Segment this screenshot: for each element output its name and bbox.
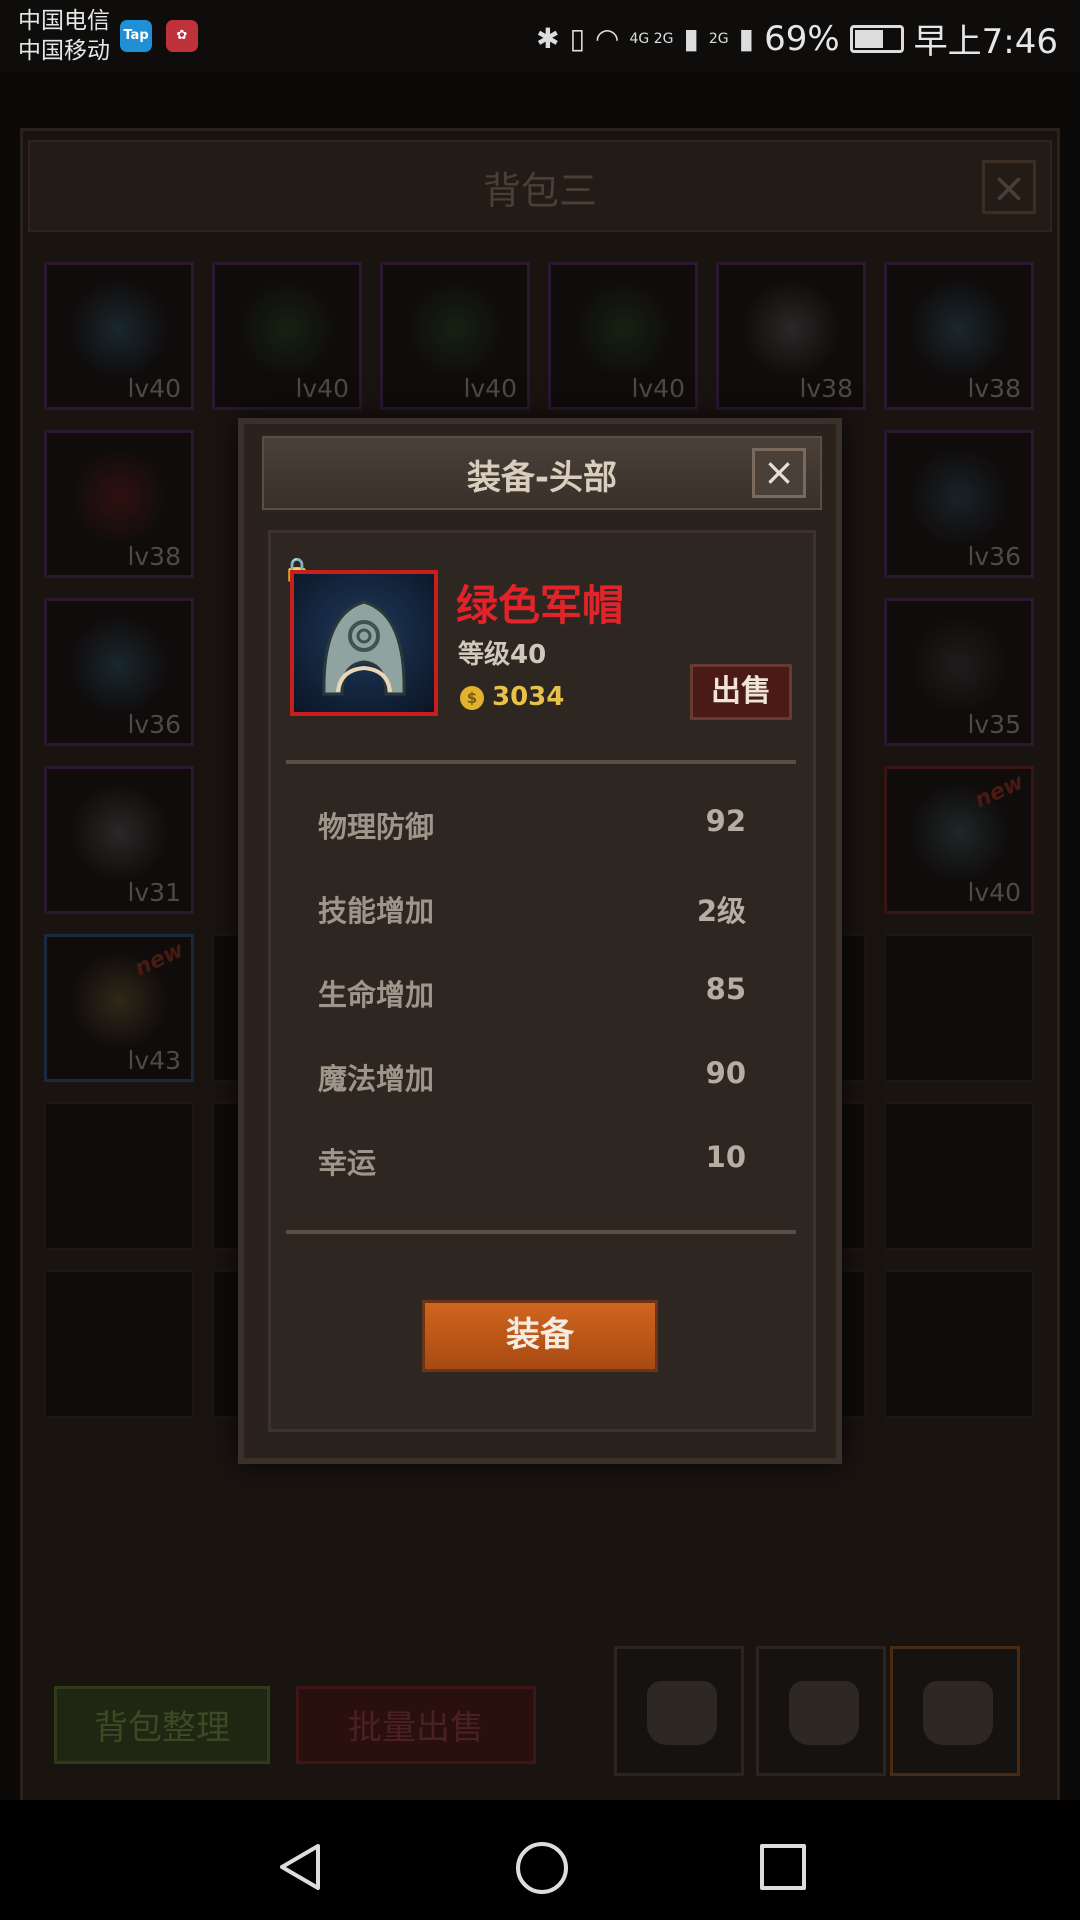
battery-fill xyxy=(854,29,883,48)
backpack-icon xyxy=(923,1681,993,1745)
inventory-slot[interactable]: lv40 new xyxy=(884,766,1034,914)
stat-value: 2级 xyxy=(696,894,746,928)
bag-tab-2[interactable] xyxy=(756,1646,886,1776)
inventory-slot[interactable]: lv40 xyxy=(380,262,530,410)
slot-level-label: lv38 xyxy=(967,374,1021,403)
status-bar: 中国电信 中国移动 Tap ✿ ✱ ▯ ◠ 4G 2G ▮ 2G ▮ 69% 早… xyxy=(0,0,1080,72)
sort-inventory-button[interactable]: 背包整理 xyxy=(54,1686,270,1764)
backpack-icon xyxy=(647,1681,717,1745)
empty-slot[interactable] xyxy=(44,1102,194,1250)
item-thumbnail-icon xyxy=(69,279,169,379)
slot-level-label: lv36 xyxy=(967,542,1021,571)
item-level: 等级40 xyxy=(458,640,547,670)
inventory-slot[interactable]: lv38 xyxy=(44,430,194,578)
stat-value: 92 xyxy=(705,804,746,838)
empty-slot[interactable] xyxy=(884,1270,1034,1418)
network-2g-label: 2G xyxy=(708,30,729,47)
item-icon-frame xyxy=(290,570,438,716)
slot-level-label: lv36 xyxy=(127,710,181,739)
coin-icon: $ xyxy=(460,686,484,710)
slot-level-label: lv31 xyxy=(127,878,181,907)
item-thumbnail-icon xyxy=(69,615,169,715)
dialog-close-button[interactable]: × xyxy=(752,448,806,498)
stat-value: 10 xyxy=(705,1140,746,1174)
inventory-slot[interactable]: lv35 xyxy=(884,598,1034,746)
carrier-1: 中国电信 xyxy=(18,8,110,34)
status-indicators: ✱ ▯ ◠ 4G 2G ▮ 2G ▮ 69% 早上7:46 xyxy=(536,14,1058,63)
bulk-sell-button[interactable]: 批量出售 xyxy=(296,1686,536,1764)
signal-icon-2: ▮ xyxy=(738,22,755,55)
inventory-slot[interactable]: lv43 new xyxy=(44,934,194,1082)
item-thumbnail-icon xyxy=(405,279,505,379)
slot-level-label: lv43 xyxy=(127,1046,181,1075)
item-thumbnail-icon xyxy=(741,279,841,379)
slot-level-label: lv40 xyxy=(295,374,349,403)
item-price: 3034 xyxy=(492,682,565,712)
slot-level-label: lv40 xyxy=(631,374,685,403)
clock: 早上7:46 xyxy=(913,22,1058,62)
divider-top xyxy=(286,760,796,764)
network-4g-label: 4G 2G xyxy=(629,30,674,47)
item-thumbnail-icon xyxy=(909,615,1009,715)
slot-level-label: lv38 xyxy=(127,542,181,571)
stat-label: 魔法增加 xyxy=(318,1062,435,1096)
slot-level-label: lv40 xyxy=(463,374,517,403)
signal-icon: ▮ xyxy=(683,22,699,55)
recent-apps-icon[interactable] xyxy=(760,1844,806,1890)
bag-tab-1[interactable] xyxy=(614,1646,744,1776)
inventory-slot[interactable]: lv40 xyxy=(548,262,698,410)
slot-level-label: lv40 xyxy=(127,374,181,403)
inventory-slot[interactable]: lv36 xyxy=(884,430,1034,578)
battery-icon xyxy=(849,24,904,53)
stat-label: 物理防御 xyxy=(318,810,435,844)
dialog-title: 装备-头部 xyxy=(466,458,618,498)
sell-button[interactable]: 出售 xyxy=(690,664,792,720)
empty-slot[interactable] xyxy=(884,934,1034,1082)
inventory-slot[interactable]: lv40 xyxy=(44,262,194,410)
home-icon[interactable] xyxy=(516,1842,568,1894)
carrier-names: 中国电信 中国移动 xyxy=(18,6,110,66)
carrier-2: 中国移动 xyxy=(18,38,110,64)
slot-level-label: lv38 xyxy=(799,374,853,403)
stat-label: 生命增加 xyxy=(318,978,435,1012)
bluetooth-icon: ✱ xyxy=(536,22,560,55)
item-thumbnail-icon xyxy=(909,447,1009,547)
empty-slot[interactable] xyxy=(44,1270,194,1418)
huawei-app-icon: ✿ xyxy=(166,20,198,52)
equip-button[interactable]: 装备 xyxy=(422,1300,658,1372)
inventory-close-button[interactable]: × xyxy=(982,160,1036,214)
empty-slot[interactable] xyxy=(884,1102,1034,1250)
back-icon[interactable] xyxy=(276,1842,324,1892)
backpack-icon xyxy=(789,1681,859,1745)
vibrate-icon: ▯ xyxy=(569,22,586,55)
item-thumbnail-icon xyxy=(69,447,169,547)
item-thumbnail-icon xyxy=(237,279,337,379)
stat-label: 技能增加 xyxy=(318,894,435,928)
stat-value: 90 xyxy=(705,1056,746,1090)
item-thumbnail-icon xyxy=(69,783,169,883)
helmet-icon xyxy=(322,600,406,696)
item-name: 绿色军帽 xyxy=(456,581,625,630)
taptap-app-icon: Tap xyxy=(120,20,152,52)
inventory-title: 背包三 xyxy=(482,169,597,213)
item-thumbnail-icon xyxy=(909,279,1009,379)
wifi-icon: ◠ xyxy=(595,22,620,55)
inventory-slot[interactable]: lv31 xyxy=(44,766,194,914)
slot-level-label: lv40 xyxy=(967,878,1021,907)
bag-tab-3[interactable] xyxy=(890,1646,1020,1776)
inventory-slot[interactable]: lv38 xyxy=(884,262,1034,410)
inventory-slot[interactable]: lv40 xyxy=(212,262,362,410)
slot-level-label: lv35 xyxy=(967,710,1021,739)
battery-percent: 69% xyxy=(764,18,840,59)
stat-value: 85 xyxy=(705,972,746,1006)
inventory-slot[interactable]: lv36 xyxy=(44,598,194,746)
inventory-slot[interactable]: lv38 xyxy=(716,262,866,410)
item-thumbnail-icon xyxy=(573,279,673,379)
divider-bottom xyxy=(286,1230,796,1234)
stat-label: 幸运 xyxy=(318,1146,377,1180)
